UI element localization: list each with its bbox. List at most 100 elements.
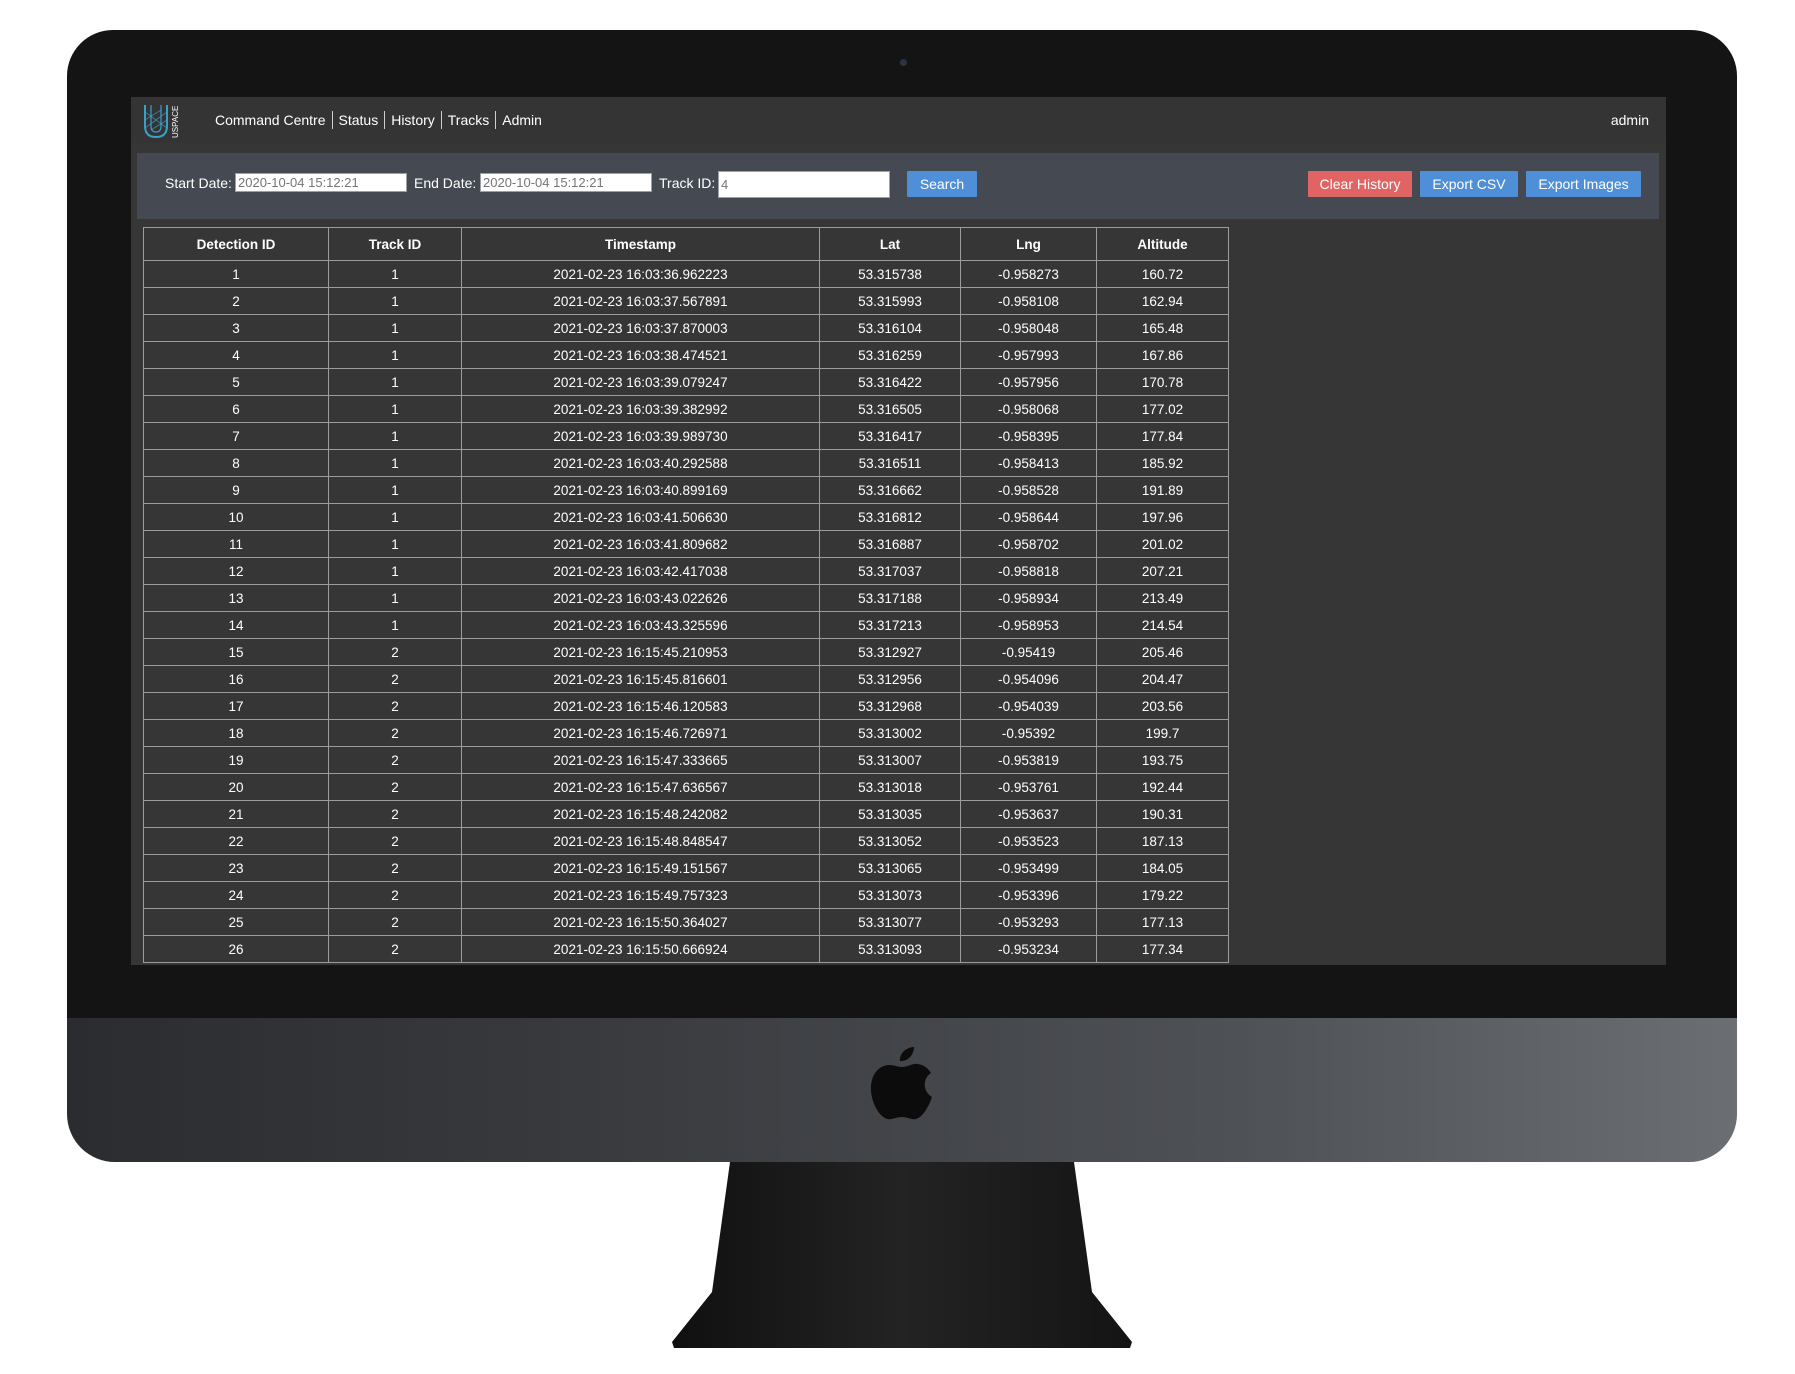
table-row[interactable]: 5 1 2021-02-23 16:03:39.079247 53.316422 -0.… xyxy=(143,368,1229,396)
cell-lng: -0.958068 xyxy=(960,395,1097,423)
end-date-input[interactable] xyxy=(480,173,652,192)
cell-altitude: 197.96 xyxy=(1096,503,1229,531)
table-row[interactable]: 4 1 2021-02-23 16:03:38.474521 53.316259 -0.… xyxy=(143,341,1229,369)
cell-lng: -0.953819 xyxy=(960,746,1097,774)
table-row[interactable]: 19 2 2021-02-23 16:15:47.333665 53.313007 -0… xyxy=(143,746,1229,774)
cell-lat: 53.316505 xyxy=(819,395,961,423)
table-row[interactable]: 2 1 2021-02-23 16:03:37.567891 53.315993 -0.… xyxy=(143,287,1229,315)
cell-lat: 53.312968 xyxy=(819,692,961,720)
start-date-input[interactable] xyxy=(235,173,407,192)
table-row[interactable]: 16 2 2021-02-23 16:15:45.816601 53.312956 -0… xyxy=(143,665,1229,693)
export-csv-button[interactable]: Export CSV xyxy=(1420,171,1518,197)
cell-detection-id: 9 xyxy=(143,476,329,504)
history-table-container: Detection ID Track ID Timestamp Lat Lng … xyxy=(143,227,1229,963)
table-row[interactable]: 21 2 2021-02-23 16:15:48.242082 53.313035 -0… xyxy=(143,800,1229,828)
table-row[interactable]: 10 1 2021-02-23 16:03:41.506630 53.316812 -0… xyxy=(143,503,1229,531)
table-row[interactable]: 9 1 2021-02-23 16:03:40.899169 53.316662 -0.… xyxy=(143,476,1229,504)
cell-lat: 53.316887 xyxy=(819,530,961,558)
user-menu[interactable]: admin xyxy=(1611,112,1649,128)
cell-timestamp: 2021-02-23 16:15:45.210953 xyxy=(461,638,820,666)
col-track-id[interactable]: Track ID xyxy=(328,227,462,261)
col-timestamp[interactable]: Timestamp xyxy=(461,227,820,261)
cell-lng: -0.953523 xyxy=(960,827,1097,855)
cell-timestamp: 2021-02-23 16:15:47.333665 xyxy=(461,746,820,774)
cell-detection-id: 4 xyxy=(143,341,329,369)
cell-altitude: 192.44 xyxy=(1096,773,1229,801)
clear-history-button[interactable]: Clear History xyxy=(1308,171,1412,197)
table-row[interactable]: 12 1 2021-02-23 16:03:42.417038 53.317037 -0… xyxy=(143,557,1229,585)
table-row[interactable]: 13 1 2021-02-23 16:03:43.022626 53.317188 -0… xyxy=(143,584,1229,612)
cell-detection-id: 25 xyxy=(143,908,329,936)
cell-timestamp: 2021-02-23 16:03:41.506630 xyxy=(461,503,820,531)
col-altitude[interactable]: Altitude xyxy=(1096,227,1229,261)
cell-lng: -0.95419 xyxy=(960,638,1097,666)
track-id-label: Track ID: xyxy=(659,175,716,191)
table-row[interactable]: 25 2 2021-02-23 16:15:50.364027 53.313077 -0… xyxy=(143,908,1229,936)
cell-altitude: 170.78 xyxy=(1096,368,1229,396)
table-row[interactable]: 11 1 2021-02-23 16:03:41.809682 53.316887 -0… xyxy=(143,530,1229,558)
table-row[interactable]: 22 2 2021-02-23 16:15:48.848547 53.313052 -0… xyxy=(143,827,1229,855)
table-row[interactable]: 26 2 2021-02-23 16:15:50.666924 53.313093 -0… xyxy=(143,935,1229,963)
table-row[interactable]: 23 2 2021-02-23 16:15:49.151567 53.313065 -0… xyxy=(143,854,1229,882)
table-row[interactable]: 6 1 2021-02-23 16:03:39.382992 53.316505 -0.… xyxy=(143,395,1229,423)
col-lng[interactable]: Lng xyxy=(960,227,1097,261)
cell-track-id: 2 xyxy=(328,881,462,909)
cell-lng: -0.954039 xyxy=(960,692,1097,720)
cell-detection-id: 6 xyxy=(143,395,329,423)
cell-detection-id: 10 xyxy=(143,503,329,531)
table-row[interactable]: 15 2 2021-02-23 16:15:45.210953 53.312927 -0… xyxy=(143,638,1229,666)
cell-detection-id: 21 xyxy=(143,800,329,828)
table-row[interactable]: 3 1 2021-02-23 16:03:37.870003 53.316104 -0.… xyxy=(143,314,1229,342)
cell-altitude: 185.92 xyxy=(1096,449,1229,477)
cell-altitude: 190.31 xyxy=(1096,800,1229,828)
table-row[interactable]: 24 2 2021-02-23 16:15:49.757323 53.313073 -0… xyxy=(143,881,1229,909)
cell-detection-id: 12 xyxy=(143,557,329,585)
top-navbar: USPACE Command Centre Status History Tra… xyxy=(131,97,1666,143)
cell-track-id: 2 xyxy=(328,827,462,855)
cell-timestamp: 2021-02-23 16:03:40.899169 xyxy=(461,476,820,504)
cell-altitude: 179.22 xyxy=(1096,881,1229,909)
filter-bar: Start Date: End Date: Track ID: Search C… xyxy=(137,153,1659,219)
cell-track-id: 2 xyxy=(328,935,462,963)
cell-timestamp: 2021-02-23 16:03:42.417038 xyxy=(461,557,820,585)
cell-altitude: 191.89 xyxy=(1096,476,1229,504)
col-detection-id[interactable]: Detection ID xyxy=(143,227,329,261)
cell-lng: -0.958644 xyxy=(960,503,1097,531)
cell-lng: -0.958702 xyxy=(960,530,1097,558)
nav-command-centre[interactable]: Command Centre xyxy=(215,111,332,129)
table-body: 1 1 2021-02-23 16:03:36.962223 53.315738 -0.… xyxy=(143,260,1229,963)
cell-lng: -0.953499 xyxy=(960,854,1097,882)
cell-lng: -0.953761 xyxy=(960,773,1097,801)
cell-lat: 53.317037 xyxy=(819,557,961,585)
cell-track-id: 2 xyxy=(328,746,462,774)
cell-detection-id: 26 xyxy=(143,935,329,963)
table-row[interactable]: 14 1 2021-02-23 16:03:43.325596 53.317213 -0… xyxy=(143,611,1229,639)
track-id-input[interactable] xyxy=(718,171,890,198)
nav-history[interactable]: History xyxy=(384,111,441,129)
search-button[interactable]: Search xyxy=(907,171,977,197)
cell-detection-id: 8 xyxy=(143,449,329,477)
cell-lng: -0.958818 xyxy=(960,557,1097,585)
export-images-button[interactable]: Export Images xyxy=(1526,171,1641,197)
apple-logo-icon xyxy=(870,1047,932,1120)
cell-timestamp: 2021-02-23 16:03:39.989730 xyxy=(461,422,820,450)
cell-lng: -0.953293 xyxy=(960,908,1097,936)
cell-lat: 53.317213 xyxy=(819,611,961,639)
table-row[interactable]: 1 1 2021-02-23 16:03:36.962223 53.315738 -0.… xyxy=(143,260,1229,288)
cell-timestamp: 2021-02-23 16:15:47.636567 xyxy=(461,773,820,801)
col-lat[interactable]: Lat xyxy=(819,227,961,261)
cell-altitude: 184.05 xyxy=(1096,854,1229,882)
nav-admin[interactable]: Admin xyxy=(495,111,548,129)
table-row[interactable]: 8 1 2021-02-23 16:03:40.292588 53.316511 -0.… xyxy=(143,449,1229,477)
cell-lng: -0.957956 xyxy=(960,368,1097,396)
cell-lng: -0.958528 xyxy=(960,476,1097,504)
table-row[interactable]: 7 1 2021-02-23 16:03:39.989730 53.316417 -0.… xyxy=(143,422,1229,450)
nav-status[interactable]: Status xyxy=(331,111,385,129)
cell-track-id: 2 xyxy=(328,719,462,747)
cell-lat: 53.313002 xyxy=(819,719,961,747)
nav-tracks[interactable]: Tracks xyxy=(440,111,495,129)
table-row[interactable]: 20 2 2021-02-23 16:15:47.636567 53.313018 -0… xyxy=(143,773,1229,801)
table-row[interactable]: 18 2 2021-02-23 16:15:46.726971 53.313002 -0… xyxy=(143,719,1229,747)
table-row[interactable]: 17 2 2021-02-23 16:15:46.120583 53.312968 -0… xyxy=(143,692,1229,720)
cell-lat: 53.312956 xyxy=(819,665,961,693)
